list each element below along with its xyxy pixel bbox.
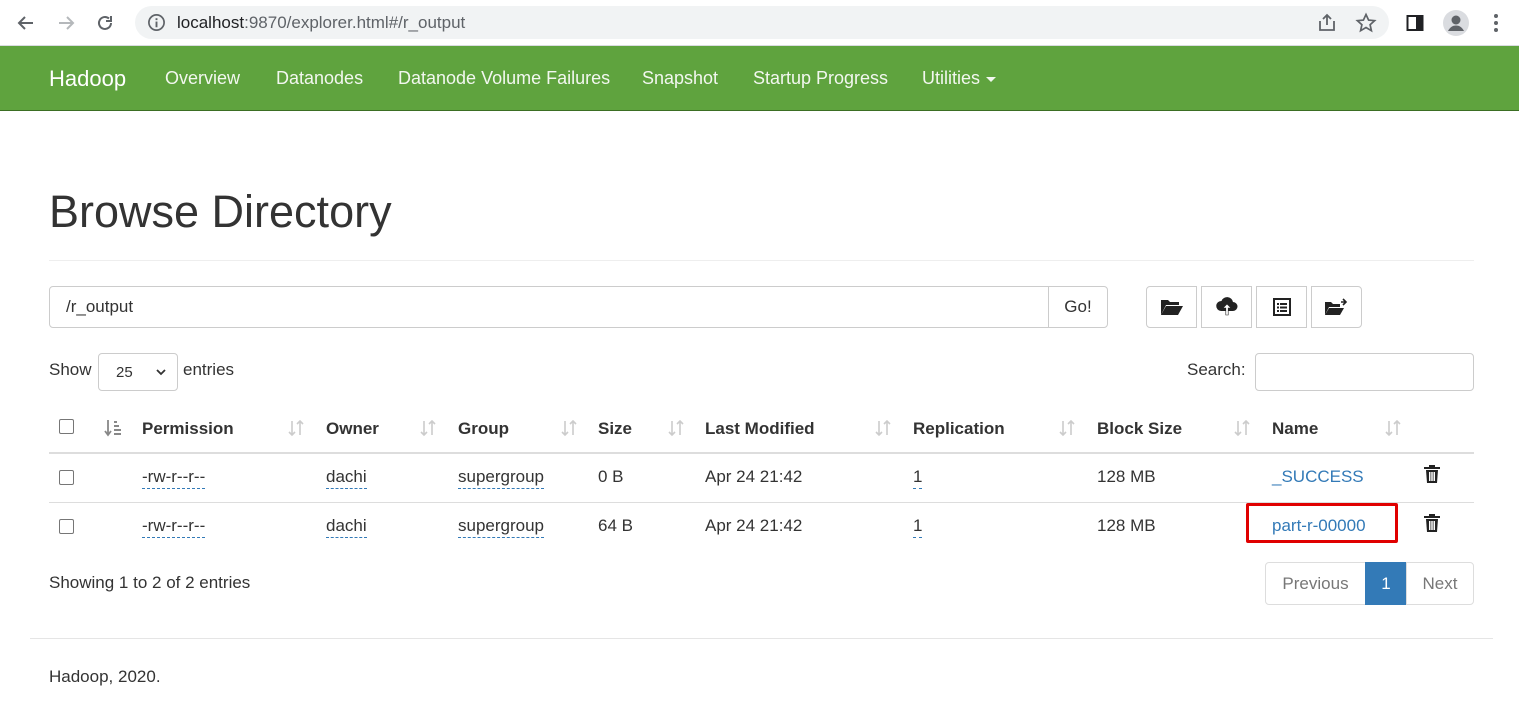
chevron-down-icon: [156, 369, 166, 376]
entries-label: entries: [183, 360, 235, 379]
header-owner[interactable]: Owner: [326, 419, 379, 439]
permission-cell[interactable]: -rw-r--r--: [142, 467, 206, 489]
size-cell: 64 B: [598, 516, 633, 535]
modified-cell: Apr 24 21:42: [705, 467, 803, 486]
title-divider: [49, 260, 1474, 261]
directory-path-input[interactable]: [49, 286, 1049, 328]
sort-icon[interactable]: [874, 418, 892, 438]
search-label: Search:: [1187, 360, 1246, 379]
upload-files-button[interactable]: [1201, 286, 1252, 328]
sort-icon[interactable]: [1384, 418, 1402, 438]
create-directory-button[interactable]: [1146, 286, 1197, 328]
table-header-divider: [49, 452, 1474, 454]
owner-cell[interactable]: dachi: [326, 467, 367, 489]
nav-datanode-volume-failures[interactable]: Datanode Volume Failures: [398, 68, 610, 89]
nav-utilities-label: Utilities: [922, 68, 981, 88]
page-length-select[interactable]: 25: [98, 353, 178, 391]
footer-divider: [30, 638, 1493, 639]
nav-utilities-dropdown[interactable]: Utilities: [922, 68, 997, 89]
brand-link[interactable]: Hadoop: [49, 66, 126, 92]
nav-overview[interactable]: Overview: [165, 68, 240, 89]
size-cell: 0 B: [598, 467, 624, 486]
list-alt-icon: [1272, 298, 1291, 316]
header-permission[interactable]: Permission: [142, 419, 234, 439]
forward-arrow-icon[interactable]: [52, 9, 80, 37]
nav-datanodes[interactable]: Datanodes: [276, 68, 363, 89]
go-button[interactable]: Go!: [1048, 286, 1108, 328]
nav-snapshot[interactable]: Snapshot: [642, 68, 718, 89]
sort-icon[interactable]: [287, 418, 305, 438]
top-navbar: Hadoop Overview Datanodes Datanode Volum…: [0, 46, 1519, 111]
show-label: Show: [49, 360, 92, 379]
back-arrow-icon[interactable]: [12, 9, 40, 37]
bookmark-star-icon[interactable]: [1355, 12, 1377, 34]
highlight-box: [1246, 503, 1398, 543]
permission-cell[interactable]: -rw-r--r--: [142, 516, 206, 538]
header-size[interactable]: Size: [598, 419, 632, 439]
search-input[interactable]: [1255, 353, 1474, 391]
header-group[interactable]: Group: [458, 419, 509, 439]
sort-icon[interactable]: [419, 418, 437, 438]
owner-cell[interactable]: dachi: [326, 516, 367, 538]
sort-icon[interactable]: [1058, 418, 1076, 438]
reload-icon[interactable]: [91, 9, 119, 37]
next-button[interactable]: Next: [1406, 562, 1474, 605]
group-cell[interactable]: supergroup: [458, 467, 545, 489]
page-length-value: 25: [116, 364, 133, 381]
browser-toolbar: localhost:9870/explorer.html#/r_output: [0, 0, 1519, 46]
table-info: Showing 1 to 2 of 2 entries: [49, 573, 251, 592]
sort-icon[interactable]: [667, 418, 685, 438]
page-1-button[interactable]: 1: [1365, 562, 1407, 605]
row-checkbox[interactable]: [59, 519, 74, 534]
file-name-link[interactable]: _SUCCESS: [1272, 467, 1364, 487]
footer-text: Hadoop, 2020.: [49, 667, 161, 686]
header-name[interactable]: Name: [1272, 419, 1318, 439]
folder-open-icon: [1160, 300, 1183, 315]
select-all-checkbox[interactable]: [59, 419, 74, 434]
modified-cell: Apr 24 21:42: [705, 516, 803, 535]
cloud-upload-icon: [1215, 297, 1237, 316]
previous-button[interactable]: Previous: [1265, 562, 1366, 605]
sort-icon[interactable]: [1233, 418, 1251, 438]
group-cell[interactable]: supergroup: [458, 516, 545, 538]
trash-icon[interactable]: [1423, 513, 1441, 533]
row-checkbox[interactable]: [59, 470, 74, 485]
nav-startup-progress[interactable]: Startup Progress: [753, 68, 888, 89]
profile-avatar-icon[interactable]: [1442, 9, 1470, 37]
folder-transfer-icon: [1324, 298, 1347, 315]
trash-icon[interactable]: [1423, 464, 1441, 484]
sort-icon[interactable]: [560, 418, 578, 438]
cut-paste-list-button[interactable]: [1256, 286, 1307, 328]
share-icon[interactable]: [1316, 12, 1338, 34]
caret-down-icon: [986, 76, 997, 82]
url-text[interactable]: localhost:9870/explorer.html#/r_output: [177, 13, 465, 33]
block-size-cell: 128 MB: [1097, 467, 1156, 486]
kebab-menu-icon[interactable]: [1482, 9, 1510, 37]
block-size-cell: 128 MB: [1097, 516, 1156, 535]
header-block-size[interactable]: Block Size: [1097, 419, 1182, 439]
page-title: Browse Directory: [49, 186, 392, 237]
header-last-modified[interactable]: Last Modified: [705, 419, 815, 439]
move-files-button[interactable]: [1311, 286, 1362, 328]
replication-cell[interactable]: 1: [913, 467, 923, 489]
address-bar[interactable]: localhost:9870/explorer.html#/r_output: [135, 6, 1389, 39]
sort-descending-icon[interactable]: [104, 418, 122, 438]
info-icon[interactable]: [147, 13, 166, 32]
replication-cell[interactable]: 1: [913, 516, 923, 538]
side-panel-icon[interactable]: [1401, 9, 1429, 37]
header-replication[interactable]: Replication: [913, 419, 1005, 439]
